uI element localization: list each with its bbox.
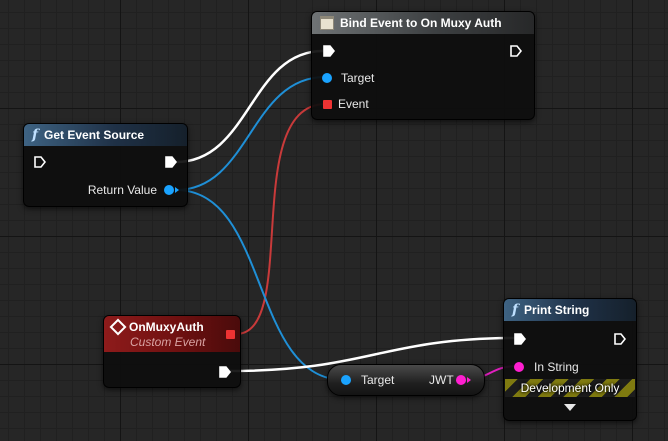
- return-value-pin[interactable]: [164, 185, 174, 195]
- node-title: Print String: [524, 303, 590, 317]
- pin-arrow-icon: [175, 187, 179, 193]
- in-string-pin[interactable]: [514, 362, 524, 372]
- expand-arrow-icon[interactable]: [564, 404, 576, 411]
- node-header: OnMuxyAuth Custom Event: [104, 316, 240, 352]
- jwt-output-pin[interactable]: [456, 375, 466, 385]
- development-only-banner: Development Only: [505, 379, 635, 397]
- node-title: Get Event Source: [44, 128, 145, 142]
- exec-in-pin-icon[interactable]: [34, 156, 46, 168]
- target-pin[interactable]: [322, 73, 332, 83]
- node-header: f Get Event Source: [24, 124, 187, 146]
- function-icon: f: [32, 127, 39, 143]
- target-label: Target: [361, 373, 395, 387]
- function-icon: f: [512, 302, 519, 318]
- target-label: Target: [341, 71, 375, 85]
- event-pin[interactable]: [323, 100, 332, 109]
- custom-event-icon: [109, 318, 127, 335]
- delegate-output-pin[interactable]: [226, 330, 235, 339]
- exec-out-pin-icon[interactable]: [165, 156, 177, 168]
- exec-in-pin-icon[interactable]: [323, 45, 335, 57]
- exec-out-pin-icon[interactable]: [510, 45, 522, 57]
- development-only-label: Development Only: [520, 381, 620, 395]
- node-title: Bind Event to On Muxy Auth: [340, 16, 502, 30]
- print-string-node[interactable]: f Print String In String Development Onl…: [503, 298, 637, 421]
- on-muxy-auth-event-node[interactable]: OnMuxyAuth Custom Event: [103, 315, 241, 388]
- delegate-wire-event: [235, 103, 327, 335]
- node-header: f Print String: [504, 299, 636, 321]
- exec-wire-source-to-bind: [175, 49, 324, 164]
- target-pin[interactable]: [341, 375, 351, 385]
- node-subtitle: Custom Event: [130, 334, 206, 349]
- get-jwt-node[interactable]: Target JWT: [327, 364, 485, 396]
- event-label: Event: [338, 97, 369, 111]
- in-string-label: In String: [534, 360, 579, 374]
- bind-event-icon: [320, 16, 334, 30]
- exec-in-pin-icon[interactable]: [514, 333, 526, 345]
- return-value-label: Return Value: [87, 183, 157, 197]
- object-wire-source-to-target: [175, 76, 326, 191]
- pin-arrow-icon: [467, 377, 471, 383]
- jwt-label: JWT: [429, 373, 454, 387]
- exec-out-pin-icon[interactable]: [219, 366, 231, 378]
- node-title: OnMuxyAuth: [129, 319, 204, 334]
- node-header: Bind Event to On Muxy Auth: [312, 12, 534, 34]
- exec-out-pin-icon[interactable]: [614, 333, 626, 345]
- bind-event-node[interactable]: Bind Event to On Muxy Auth Target Event: [311, 11, 535, 120]
- get-event-source-node[interactable]: f Get Event Source Return Value: [23, 123, 188, 207]
